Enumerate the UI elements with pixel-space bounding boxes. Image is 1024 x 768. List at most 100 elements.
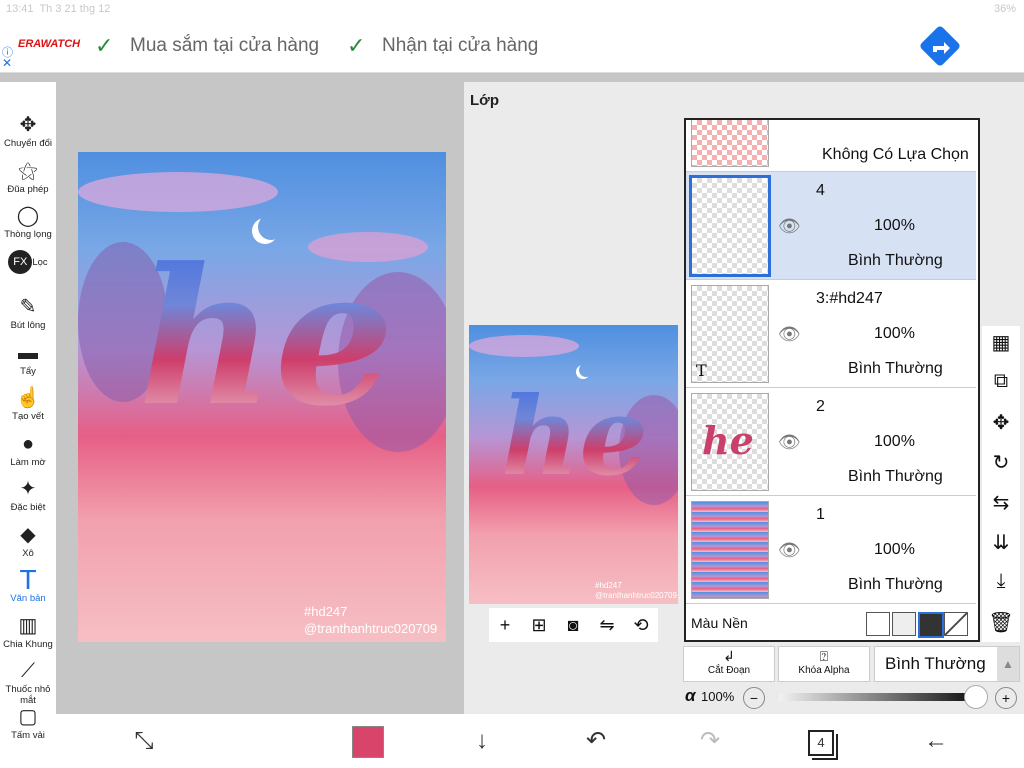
layer-row[interactable]: 1 👁 100% Bình Thường (686, 496, 976, 604)
drawing-canvas[interactable]: he #hd247 @tranthanhtruc020709 (78, 152, 446, 642)
tool-bucket[interactable]: ◆ Xô (0, 522, 56, 559)
layer-name: 3:#hd247 (816, 290, 883, 307)
layer-opacity: 100% (874, 325, 915, 342)
add-layer-icon[interactable]: + (493, 614, 517, 636)
tool-frame-divider[interactable]: ▥ Chia Khung (0, 613, 56, 650)
rotate-icon[interactable]: ⟲ (629, 614, 653, 636)
smudge-icon: ☝ (15, 387, 41, 409)
background-row[interactable]: Màu Nền (686, 607, 976, 638)
rotate-layer-icon[interactable]: ↻ (982, 450, 1020, 475)
tool-label: Thòng lọng (4, 229, 52, 240)
tool-special[interactable]: ✦ Đặc biệt (0, 476, 56, 513)
opacity-slider-knob[interactable] (964, 685, 988, 709)
layer-row[interactable]: T 3:#hd247 👁 100% Bình Thường (686, 280, 976, 388)
merge-icon[interactable]: ⇊ (982, 530, 1020, 555)
ad-banner[interactable]: ⓘ ✕ ERAWATCH ✓ Mua sắm tại cửa hàng ✓ Nh… (0, 20, 1024, 73)
tool-fx[interactable]: FX Lọc (0, 249, 56, 275)
blend-mode-select[interactable]: Bình Thường ▲ (874, 646, 1020, 682)
artwork-credit: @tranthanhtruc020709 (304, 621, 438, 636)
fx-icon: FX (8, 249, 33, 274)
transfer-icon[interactable]: ⧉ (982, 370, 1020, 393)
tool-label: Lọc (32, 256, 48, 268)
check-icon: ✓ (347, 33, 366, 58)
tool-brush[interactable]: ✎ Bút lông (0, 294, 56, 331)
layers-count-button[interactable]: 4 (808, 730, 834, 756)
layer-blend-mode: Bình Thường (848, 360, 943, 377)
eye-icon[interactable]: 👁 (778, 216, 801, 237)
dropdown-icon: ▲ (997, 647, 1019, 681)
trash-icon[interactable]: 🗑 (982, 610, 1020, 635)
bg-white-swatch[interactable] (866, 612, 890, 636)
battery-label: 36% (993, 3, 1016, 15)
alpha-lock-button[interactable]: ⍰ Khóa Alpha (778, 646, 870, 682)
swap-tool-icon[interactable]: ⤡ (128, 726, 160, 756)
tool-magic-wand[interactable]: ⚝ Đũa phép (0, 158, 56, 195)
special-icon: ✦ (19, 478, 37, 500)
undo-icon[interactable]: ↶ (580, 726, 612, 756)
move-icon: ✥ (19, 114, 37, 136)
tool-canvas[interactable]: ▢ Tấm vải (0, 704, 56, 741)
layer-list[interactable]: Không Có Lựa Chọn 4 👁 100% Bình Thường T 3:#h… (684, 118, 980, 642)
layer-row[interactable]: he 2 👁 100% Bình Thường (686, 388, 976, 496)
add-image-layer-icon[interactable]: ⊞ (527, 614, 551, 636)
alpha-symbol: α (685, 686, 696, 705)
tool-smudge[interactable]: ☝ Tạo vết (0, 385, 56, 422)
eraser-icon: ▬ (18, 341, 38, 364)
opacity-plus-button[interactable]: + (995, 687, 1017, 709)
tool-eyedropper[interactable]: ⟋ Thuốc nhỏ mắt (0, 658, 56, 706)
opacity-minus-button[interactable]: − (743, 687, 765, 709)
layer-opacity: 100% (874, 433, 915, 450)
checker-icon[interactable]: ▦ (982, 330, 1020, 355)
layer-action-toolbar: + ⊞ ◙ ⇋ ⟲ (489, 608, 658, 642)
eye-icon[interactable]: 👁 (778, 540, 801, 561)
ad-close-icon[interactable]: ✕ (2, 56, 12, 70)
layer-blend-mode: Bình Thường (848, 576, 943, 593)
redo-icon[interactable]: ↷ (694, 726, 726, 756)
tool-eraser[interactable]: ▬ Tẩy (0, 340, 56, 377)
canvas-icon: ▢ (18, 705, 38, 728)
eyedropper-icon: ⟋ (21, 660, 35, 682)
bucket-icon: ◆ (20, 523, 36, 546)
layer-row[interactable]: 4 👁 100% Bình Thường (686, 172, 976, 280)
primary-color-swatch[interactable] (352, 726, 384, 758)
download-icon[interactable]: ⤓ (982, 570, 1020, 593)
bg-transparent-swatch[interactable] (892, 612, 916, 636)
tool-label: Đặc biệt (10, 502, 46, 513)
directions-icon[interactable] (919, 25, 961, 67)
selection-layer[interactable]: Không Có Lựa Chọn (686, 120, 976, 172)
brush-icon: ✎ (19, 296, 37, 318)
tool-lasso[interactable]: ◯ Thòng lọng (0, 203, 56, 240)
back-arrow-icon[interactable]: ← (920, 726, 952, 756)
status-battery: 36% (994, 3, 1016, 15)
bg-checker-swatch[interactable] (918, 612, 944, 638)
camera-icon[interactable]: ◙ (561, 614, 585, 636)
tool-sidebar: ✥ Chuyển đổi ⚝ Đũa phép ◯ Thòng lọng FX Lọc ✎ Bút… (0, 82, 56, 768)
ad-text-1: Mua sắm tại cửa hàng (130, 35, 320, 56)
ad-brand-logo: ERAWATCH (18, 38, 81, 50)
flip-icon[interactable]: ⇆ (982, 490, 1020, 515)
clip-icon: ↲ (723, 648, 735, 664)
cloud-shape (78, 172, 278, 212)
flip-horizontal-icon[interactable]: ⇋ (595, 614, 619, 636)
move-icon[interactable]: ✥ (982, 410, 1020, 435)
layer-thumbnail (691, 501, 769, 599)
tool-label: Bút lông (10, 320, 46, 331)
tool-blur[interactable]: ● Làm mờ (0, 431, 56, 468)
eye-icon[interactable]: 👁 (778, 324, 801, 345)
eye-icon[interactable]: 👁 (778, 432, 801, 453)
opacity-row: α 100% − + (683, 685, 1018, 710)
selection-label: Không Có Lựa Chọn (822, 146, 969, 163)
arrow-down-icon[interactable]: ↓ (466, 726, 498, 756)
cloud-shape (469, 335, 579, 357)
preview-tag: #hd247 (595, 581, 622, 590)
layer-blend-mode: Bình Thường (848, 252, 943, 269)
opacity-slider[interactable] (779, 685, 988, 709)
layer-preview: he #hd247 @tranthanhtruc020709 (469, 325, 678, 604)
background-label: Màu Nền (691, 615, 748, 631)
tool-move[interactable]: ✥ Chuyển đổi (0, 112, 56, 149)
bg-none-swatch[interactable] (944, 612, 968, 636)
clip-button[interactable]: ↲ Cắt Đoạn (683, 646, 775, 682)
tool-label: Tấm vải (11, 729, 45, 741)
tool-label: Tạo vết (12, 411, 44, 422)
tool-text[interactable]: T Văn bản (0, 566, 56, 605)
